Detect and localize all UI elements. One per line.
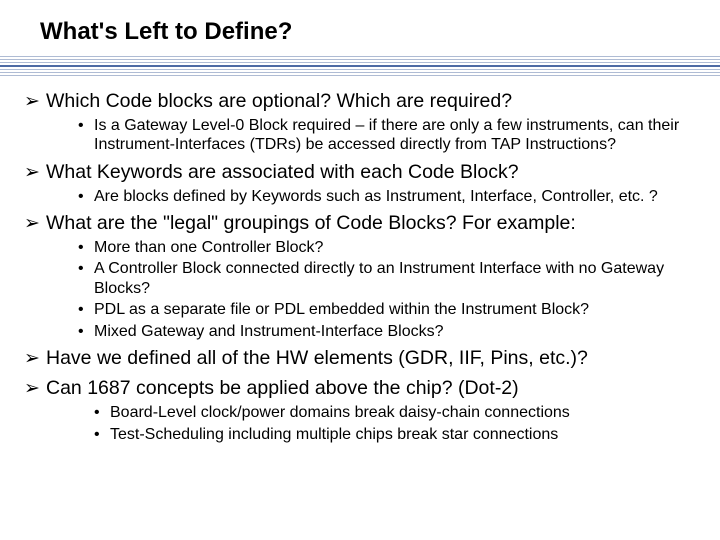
bullet-text: Have we defined all of the HW elements (…: [46, 347, 696, 371]
title-underline: [0, 56, 720, 76]
arrow-bullet-icon: ➢: [24, 90, 46, 113]
bullet-item: ➢ Which Code blocks are optional? Which …: [24, 90, 696, 114]
sub-list: Board-Level clock/power domains break da…: [94, 403, 696, 444]
bullet-text: Can 1687 concepts be applied above the c…: [46, 377, 696, 401]
arrow-bullet-icon: ➢: [24, 161, 46, 184]
sub-bullet: Test-Scheduling including multiple chips…: [94, 425, 696, 445]
bullet-item: ➢ Can 1687 concepts be applied above the…: [24, 377, 696, 401]
slide-body: ➢ Which Code blocks are optional? Which …: [0, 80, 720, 444]
sub-bullet: Board-Level clock/power domains break da…: [94, 403, 696, 423]
bullet-text: What are the "legal" groupings of Code B…: [46, 212, 696, 236]
bullet-item: ➢ Have we defined all of the HW elements…: [24, 347, 696, 371]
bullet-text: Which Code blocks are optional? Which ar…: [46, 90, 696, 114]
sub-list: Is a Gateway Level-0 Block required – if…: [78, 116, 696, 155]
bullet-item: ➢ What Keywords are associated with each…: [24, 161, 696, 185]
sub-bullet: Are blocks defined by Keywords such as I…: [78, 187, 696, 207]
sub-bullet: Mixed Gateway and Instrument-Interface B…: [78, 322, 696, 342]
sub-list: More than one Controller Block? A Contro…: [78, 238, 696, 342]
arrow-bullet-icon: ➢: [24, 212, 46, 235]
arrow-bullet-icon: ➢: [24, 347, 46, 370]
sub-bullet: PDL as a separate file or PDL embedded w…: [78, 300, 696, 320]
sub-list: Are blocks defined by Keywords such as I…: [78, 187, 696, 207]
sub-bullet: A Controller Block connected directly to…: [78, 259, 696, 298]
bullet-item: ➢ What are the "legal" groupings of Code…: [24, 212, 696, 236]
slide-title: What's Left to Define?: [40, 18, 720, 46]
sub-bullet: Is a Gateway Level-0 Block required – if…: [78, 116, 696, 155]
sub-bullet: More than one Controller Block?: [78, 238, 696, 258]
arrow-bullet-icon: ➢: [24, 377, 46, 400]
slide-header: What's Left to Define?: [0, 0, 720, 80]
bullet-text: What Keywords are associated with each C…: [46, 161, 696, 185]
